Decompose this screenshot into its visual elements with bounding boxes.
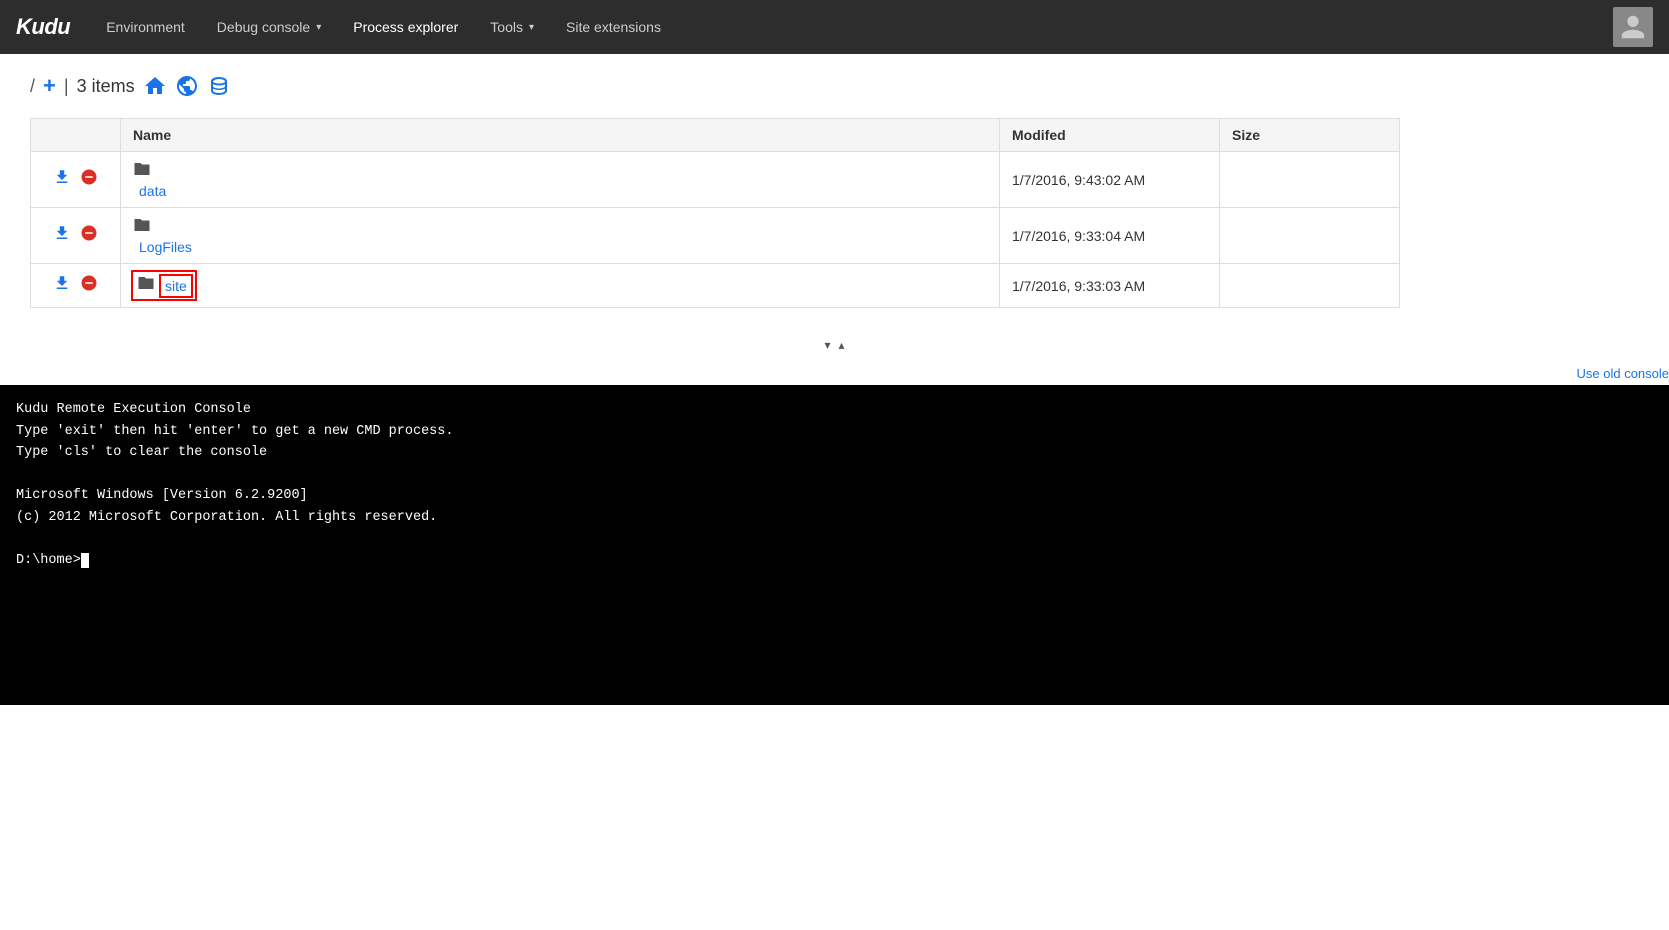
folder-link[interactable]: site <box>161 276 191 296</box>
home-icon[interactable] <box>143 74 167 98</box>
user-avatar[interactable] <box>1613 7 1653 47</box>
console-line: Type 'exit' then hit 'enter' to get a ne… <box>16 421 1653 443</box>
add-button[interactable]: + <box>43 75 56 97</box>
console-line: Type 'cls' to clear the console <box>16 442 1653 464</box>
debug-console-dropdown-icon: ▾ <box>316 22 321 33</box>
row-name: LogFiles <box>121 208 1000 264</box>
table-row: data 1/7/2016, 9:43:02 AM <box>31 152 1400 208</box>
console-toolbar: Use old console <box>0 362 1669 385</box>
toolbar: / + | 3 items <box>30 74 1639 98</box>
download-icon[interactable] <box>53 226 76 246</box>
expand-down-icon: ▾ <box>824 338 830 352</box>
nav-process-explorer[interactable]: Process explorer <box>337 0 474 54</box>
delete-icon[interactable] <box>80 170 98 190</box>
main-content: / + | 3 items Name Modifed <box>0 54 1669 328</box>
row-actions <box>31 264 121 308</box>
expand-up-icon: ▴ <box>839 338 845 352</box>
toolbar-separator: | <box>64 76 69 97</box>
use-old-console-link[interactable]: Use old console <box>1577 366 1669 381</box>
row-size <box>1220 264 1400 308</box>
prompt-text: D:\home> <box>16 550 81 572</box>
row-modified: 1/7/2016, 9:33:03 AM <box>1000 264 1220 308</box>
file-table: Name Modifed Size data 1/7/2016, 9:43:02… <box>30 118 1400 308</box>
row-size <box>1220 208 1400 264</box>
console-line <box>16 529 1653 551</box>
current-path: / <box>30 76 35 97</box>
console-line: Kudu Remote Execution Console <box>16 399 1653 421</box>
folder-link[interactable]: LogFiles <box>139 239 987 255</box>
col-modified: Modifed <box>1000 119 1220 152</box>
delete-icon[interactable] <box>80 226 98 246</box>
row-modified: 1/7/2016, 9:43:02 AM <box>1000 152 1220 208</box>
row-actions <box>31 152 121 208</box>
folder-link[interactable]: data <box>139 183 987 199</box>
row-name: site <box>121 264 1000 308</box>
col-actions <box>31 119 121 152</box>
folder-icon <box>133 221 151 238</box>
row-actions <box>31 208 121 264</box>
console[interactable]: Kudu Remote Execution ConsoleType 'exit'… <box>0 385 1669 705</box>
download-icon[interactable] <box>53 170 76 190</box>
nav-site-extensions[interactable]: Site extensions <box>550 0 677 54</box>
col-size: Size <box>1220 119 1400 152</box>
nav-tools[interactable]: Tools ▾ <box>474 0 550 54</box>
console-line <box>16 464 1653 486</box>
console-line: (c) 2012 Microsoft Corporation. All righ… <box>16 507 1653 529</box>
delete-icon[interactable] <box>80 276 98 296</box>
folder-icon <box>137 274 155 297</box>
resize-handle[interactable]: ▾ ▴ <box>0 328 1669 362</box>
row-modified: 1/7/2016, 9:33:04 AM <box>1000 208 1220 264</box>
data-icon[interactable] <box>207 74 231 98</box>
brand[interactable]: Kudu <box>16 14 70 40</box>
console-prompt[interactable]: D:\home> <box>16 550 1653 572</box>
tools-dropdown-icon: ▾ <box>529 22 534 33</box>
row-size <box>1220 152 1400 208</box>
download-icon[interactable] <box>53 276 76 296</box>
nav-debug-console[interactable]: Debug console ▾ <box>201 0 337 54</box>
table-row: LogFiles 1/7/2016, 9:33:04 AM <box>31 208 1400 264</box>
console-line: Microsoft Windows [Version 6.2.9200] <box>16 485 1653 507</box>
navbar: Kudu Environment Debug console ▾ Process… <box>0 0 1669 54</box>
folder-icon <box>133 165 151 182</box>
console-cursor <box>81 553 89 568</box>
globe-icon[interactable] <box>175 74 199 98</box>
table-row: site 1/7/2016, 9:33:03 AM <box>31 264 1400 308</box>
col-name: Name <box>121 119 1000 152</box>
item-count: 3 items <box>77 76 135 97</box>
avatar-icon <box>1613 7 1653 47</box>
nav-environment[interactable]: Environment <box>90 0 201 54</box>
row-name: data <box>121 152 1000 208</box>
